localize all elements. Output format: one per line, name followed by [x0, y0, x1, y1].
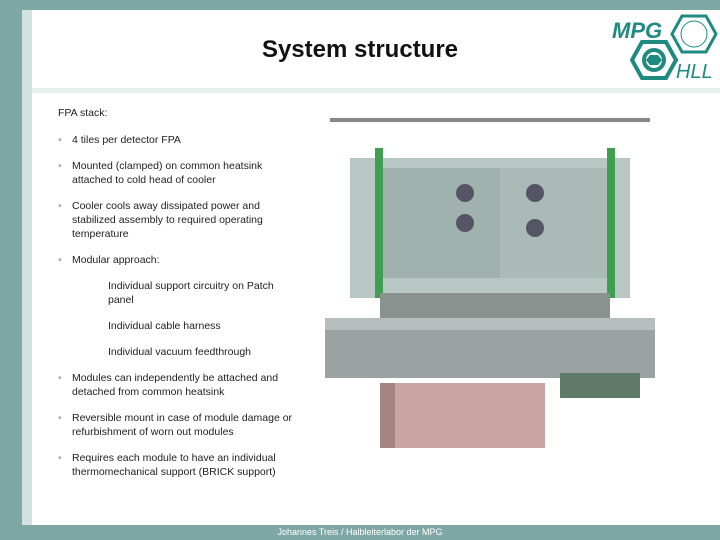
fpa-stack-render [325, 118, 655, 448]
sub-bullet-text: Individual vacuum feedthrough [108, 346, 252, 358]
svg-text:MPG: MPG [612, 18, 662, 43]
section-heading: FPA stack: [58, 107, 108, 119]
bullet: Reversible mount in case of module damag… [58, 411, 298, 439]
mpg-hll-logo: MPG HLL [612, 14, 718, 82]
sub-bullet: Individual support circuitry on Patch pa… [108, 279, 298, 307]
slide-body: FPA stack: 4 tiles per detector FPA Moun… [58, 106, 298, 491]
bullet: 4 tiles per detector FPA [58, 133, 298, 147]
bullet: Mounted (clamped) on common heatsink att… [58, 159, 298, 187]
bullet: Modules can independently be attached an… [58, 371, 298, 399]
bullet: Modular approach: [58, 253, 298, 267]
side-strip [22, 10, 32, 525]
bullet: Requires each module to have an individu… [58, 451, 298, 479]
sub-bullet-text: Individual support circuitry on Patch pa… [108, 280, 274, 306]
bullet: Cooler cools away dissipated power and s… [58, 199, 298, 241]
sub-bullet: Individual vacuum feedthrough [108, 345, 298, 359]
sub-bullet: Individual cable harness [108, 319, 298, 333]
footer: Johannes Treis / Halbleiterlabor der MPG [277, 527, 443, 537]
sub-bullet-text: Individual cable harness [108, 320, 221, 332]
sub-bullet-list: Individual support circuitry on Patch pa… [58, 279, 298, 359]
svg-text:HLL: HLL [676, 61, 713, 82]
